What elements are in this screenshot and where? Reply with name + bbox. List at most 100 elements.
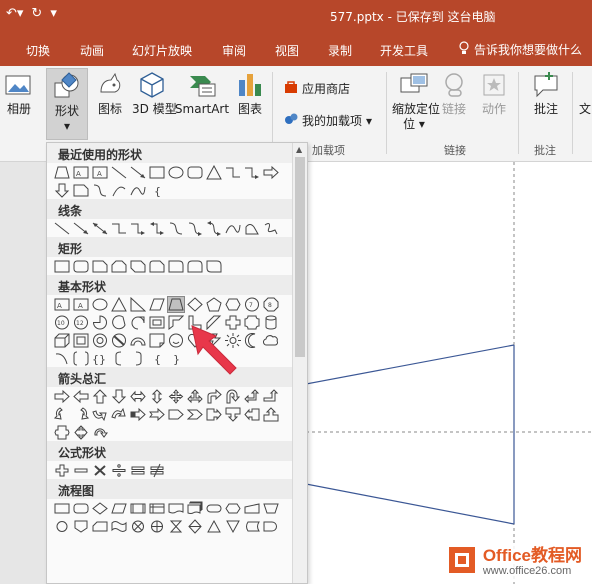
vertical-textbox-shape-icon[interactable]: A [73,297,89,312]
slide-canvas[interactable]: Office教程网 www.office26.com [305,162,592,584]
right-bracket-shape-icon[interactable] [130,351,146,366]
elbow-double-arrow-shape-icon[interactable] [149,221,165,236]
scroll-up-icon[interactable]: ▲ [296,145,302,154]
flowchart-extract-shape-icon[interactable] [206,519,222,534]
decagon-shape-icon[interactable]: 10 [54,315,70,330]
freeform-shape-icon[interactable] [244,221,260,236]
elbow-arrow-shape-icon[interactable] [244,165,260,180]
right-arrow-callout-shape-icon[interactable] [206,407,222,422]
snip-single-corner-shape-icon[interactable] [92,259,108,274]
curved-up-arrow-shape-icon[interactable] [92,407,108,422]
chart-button[interactable]: 图表 [234,70,266,117]
circular-arrow-shape-icon[interactable] [92,425,108,440]
can-shape-icon[interactable] [263,315,279,330]
scribble-shape-icon[interactable] [263,221,279,236]
plus-shape-icon[interactable] [54,463,70,478]
smartart-button[interactable]: SmartArt [174,70,230,117]
notched-right-arrow-shape-icon[interactable] [149,407,165,422]
trapezoid-shape-icon[interactable] [54,165,70,180]
icons-button[interactable]: 图标 [94,70,126,117]
scroll-thumb[interactable] [295,157,305,357]
flowchart-or-shape-icon[interactable] [149,519,165,534]
quad-arrow-shape-icon[interactable] [168,388,184,404]
teardrop-shape-icon[interactable] [130,315,146,330]
donut-shape-icon[interactable] [92,333,108,348]
flowchart-stored-data-shape-icon[interactable] [244,519,260,534]
round-same-side-shape-icon[interactable] [187,259,203,274]
app-store-button[interactable]: 应用商店 [284,80,350,97]
parallelogram-shape-icon[interactable] [149,297,165,312]
no-symbol-shape-icon[interactable] [111,333,127,348]
left-bracket-shape-icon[interactable] [111,351,127,366]
elbow-connector-shape-icon[interactable] [111,221,127,236]
pentagon-arrow-shape-icon[interactable] [168,407,184,422]
curved-arrow-shape-icon[interactable] [187,221,203,236]
double-bracket-shape-icon[interactable] [73,351,89,366]
flowchart-decision-shape-icon[interactable] [92,501,108,516]
flowchart-terminator-shape-icon[interactable] [206,501,222,516]
division-shape-icon[interactable] [111,463,127,478]
tab-review[interactable]: 审阅 [222,42,246,59]
flowchart-internal-storage-shape-icon[interactable] [149,501,165,516]
flowchart-connector-shape-icon[interactable] [54,519,70,534]
curved-down-arrow-shape-icon[interactable] [111,407,127,422]
triangle-shape-icon[interactable] [206,164,222,180]
text-button[interactable]: 文 [578,70,592,117]
multiply-shape-icon[interactable] [92,463,108,478]
right-triangle-shape-icon[interactable] [130,296,146,312]
textbox-shape-icon[interactable]: A [54,297,70,312]
down-arrow-shape-icon[interactable] [111,389,127,404]
tab-animations[interactable]: 动画 [80,42,104,59]
zoom-button[interactable]: 缩放定位 位 ▾ [392,70,440,132]
double-arrow-line-shape-icon[interactable] [92,221,108,236]
left-up-arrow-shape-icon[interactable] [244,388,260,404]
left-arrow-callout-shape-icon[interactable] [244,407,260,422]
hexagon-shape-icon[interactable] [225,297,241,312]
right-brace-shape-icon[interactable]: } [168,351,184,366]
heptagon-shape-icon[interactable]: 7 [244,297,260,312]
tab-slideshow[interactable]: 幻灯片放映 [132,42,192,59]
flowchart-card-shape-icon[interactable] [92,519,108,534]
half-frame-shape-icon[interactable] [168,315,184,330]
flowchart-sort-shape-icon[interactable] [187,518,203,534]
dodecagon-shape-icon[interactable]: 12 [73,315,89,330]
tab-record[interactable]: 录制 [328,42,352,59]
flowchart-collate-shape-icon[interactable] [168,519,184,534]
flowchart-preparation-shape-icon[interactable] [225,501,241,516]
arrow-line-shape-icon[interactable] [130,165,146,180]
round-single-corner-shape-icon[interactable] [168,259,184,274]
textbox-shape-icon[interactable]: A [73,165,89,180]
flowchart-process-shape-icon[interactable] [54,501,70,516]
bent-up-arrow-shape-icon[interactable] [263,388,279,404]
triangle-shape-icon[interactable] [111,296,127,312]
up-arrow-callout-shape-icon[interactable] [263,406,279,422]
round-diagonal-shape-icon[interactable] [206,259,222,274]
tell-me-box[interactable]: 告诉我你想要做什么 [458,41,582,58]
undo-icon[interactable]: ↶▾ [6,6,23,21]
chord-shape-icon[interactable] [111,314,127,330]
down-arrow-shape-icon[interactable] [54,183,70,198]
3d-model-button[interactable]: 3D 模型 [132,70,177,117]
comment-button[interactable]: 批注 [528,70,564,117]
pentagon-shape-icon[interactable] [206,296,222,312]
shapes-button[interactable]: 形状 ▾ [46,68,88,140]
snip-rect-shape-icon[interactable] [73,183,89,198]
flowchart-predefined-process-shape-icon[interactable] [130,501,146,516]
left-arrow-shape-icon[interactable] [73,389,89,404]
flowchart-summing-junction-shape-icon[interactable] [130,519,146,534]
cloud-shape-icon[interactable] [263,333,279,348]
rounded-rect-shape-icon[interactable] [187,165,203,180]
flowchart-alternate-process-shape-icon[interactable] [73,501,89,516]
my-addins-button[interactable]: 我的加载项 ▾ [284,112,372,129]
gallery-scrollbar[interactable]: ▲ [292,143,307,583]
right-arrow-shape-icon[interactable] [263,165,279,180]
curved-double-arrow-shape-icon[interactable] [206,220,222,236]
link-button[interactable]: 链接 [438,70,470,117]
brace-shape-icon[interactable]: { [149,183,165,198]
curved-right-arrow-shape-icon[interactable] [54,406,70,422]
curved-left-arrow-shape-icon[interactable] [73,406,89,422]
snip-round-shape-icon[interactable] [149,259,165,274]
down-arrow-callout-shape-icon[interactable] [225,407,241,422]
flowchart-offpage-connector-shape-icon[interactable] [73,519,89,534]
rectangle-shape-icon[interactable] [54,259,70,274]
